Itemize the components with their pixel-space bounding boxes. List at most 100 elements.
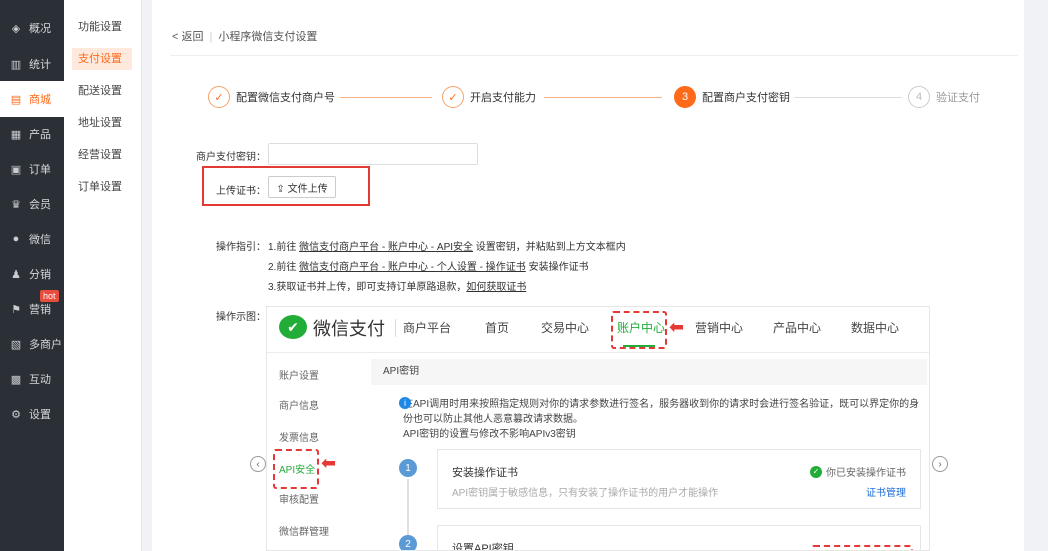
subnav-item-payment[interactable]: 支付设置 [72,48,132,70]
sidebar-item-overview[interactable]: ◈ 概况 [0,10,64,46]
step-1: ✓ 配置微信支付商户号 [208,86,335,108]
card-title: 安装操作证书 [452,467,518,479]
wx-menu-item: 审核配置 [279,495,319,506]
sidebar-item-members[interactable]: ♛ 会员 [0,186,64,222]
panel-title: API密钥 [371,359,927,385]
sidebar-item-label: 微信 [29,234,51,246]
arrow-left-icon: ⬅ [669,317,685,337]
users-icon: ♟ [11,268,21,281]
subnav-item-order[interactable]: 订单设置 [72,176,132,198]
app-root: ◈ 概况 ▥ 统计 ▤ 商城 ▦ 产品 ▣ 订单 ♛ 会员 ● 微信 ♟ 分销 ⚑ 营销 hot … [0,0,1048,551]
wx-nav-data: 数据中心 [851,321,900,335]
info-line: API密钥的设置与修改不影响APIv3密钥 [403,429,576,440]
arrow-left-icon: ⬅ [321,453,337,473]
guide-line-2: 2.前往 微信支付商户平台 - 账户中心 - 个人设置 - 操作证书 安装操作证… [268,258,589,273]
subnav-item-function[interactable]: 功能设置 [72,16,132,38]
upload-label: 上传证书： [216,186,266,197]
sidebar-item-interact[interactable]: ▩ 互动 [0,361,64,397]
wx-menu-item: 商户信息 [279,401,319,412]
wx-menu-item: 账户设置 [279,371,319,382]
sidebar-item-products[interactable]: ▦ 产品 [0,116,64,152]
order-icon: ▣ [10,163,22,176]
wechat-pay-brand: 微信支付 [313,319,385,339]
subnav-item-business[interactable]: 经营设置 [72,144,132,166]
wx-menu-item: 微信群管理 [279,527,329,538]
chart-icon: ▥ [10,58,22,71]
step-connector [340,97,432,98]
guide-line-1: 1.前往 微信支付商户平台 - 账户中心 - API安全 设置密钥，并粘贴到上方… [268,238,626,253]
subnav-item-delivery[interactable]: 配送设置 [72,80,132,102]
sidebar-item-label: 分销 [29,269,51,281]
store-icon: ▤ [10,93,22,106]
hot-badge: hot [40,290,59,302]
demo-label: 操作示图： [216,312,266,323]
dashed-highlight-account [611,311,667,349]
guide-label: 操作指引： [216,242,266,253]
subnav-item-address[interactable]: 地址设置 [72,112,132,134]
gear-icon: ⚙ [11,408,21,421]
timeline-line [407,479,409,539]
prev-arrow-icon[interactable]: ‹ [250,456,266,472]
step-number: 4 [908,86,930,108]
guide-text: 安装操作证书 [525,262,589,273]
sidebar-item-wechat[interactable]: ● 微信 [0,221,64,257]
layers-icon: ◈ [11,22,21,35]
grid-icon: ▦ [10,128,22,141]
wx-nav-product: 产品中心 [773,321,822,335]
step-2: ✓ 开启支付能力 [442,86,536,108]
shop-icon: ▧ [10,338,22,351]
guide-link-api-security[interactable]: 微信支付商户平台 - 账户中心 - API安全 [299,242,473,253]
step-4: 4 验证支付 [908,86,980,108]
brand-separator [395,319,396,337]
next-arrow-icon[interactable]: › [932,456,948,472]
wechat-pay-header: ✔ 微信支付 商户平台 首页 交易中心 账户中心 营销中心 产品中心 数据中心 [267,307,929,353]
check-circle-icon: ✓ [810,465,822,478]
info-line: 份也可以防止其他人恶意篡改请求数据。 [403,414,583,425]
sidebar-item-label: 营销 [29,304,51,316]
wx-nav-home: 首页 [485,321,510,335]
guide-link-certificate[interactable]: 微信支付商户平台 - 账户中心 - 个人设置 - 操作证书 [299,262,526,273]
sidebar-item-store[interactable]: ▤ 商城 [0,81,64,117]
header-divider [170,55,1018,56]
sub-navigation: 功能设置 支付设置 配送设置 地址设置 经营设置 订单设置 [64,0,142,551]
cert-manage-link: 证书管理 [866,488,906,499]
guide-line-3: 3.获取证书并上传，即可支持订单原路退款，如何获取证书 [268,278,526,293]
step-number-2: 2 [399,535,417,550]
sidebar-item-multi-merchant[interactable]: ▧ 多商户 [0,326,64,362]
sidebar-item-label: 概况 [29,23,51,35]
interact-icon: ▩ [10,373,22,386]
check-icon: ✓ [208,86,230,108]
step-number-1: 1 [399,459,417,477]
file-upload-button[interactable]: ⇪ 文件上传 [268,176,336,198]
guide-text: 2.前往 [268,262,300,273]
breadcrumb: < 返回 | 小程序微信支付设置 [172,28,317,44]
wx-nav-trade: 交易中心 [541,321,590,335]
sidebar-item-stats[interactable]: ▥ 统计 [0,46,64,82]
step-label: 配置商户支付密钥 [702,92,790,104]
info-icon: i [399,397,411,409]
sidebar-item-orders[interactable]: ▣ 订单 [0,151,64,187]
dashed-highlight-api [273,449,319,489]
step-connector [794,97,902,98]
wx-nav-marketing: 营销中心 [695,321,744,335]
sidebar-item-distribution[interactable]: ♟ 分销 [0,256,64,292]
step-3: 3 配置商户支付密钥 [674,86,790,108]
card-desc: API密钥属于敏感信息，只有安装了操作证书的用户才能操作 [452,488,719,499]
sidebar-item-label: 多商户 [29,339,62,351]
guide-link-how-to[interactable]: 如何获取证书 [466,282,526,293]
sidebar-item-label: 商城 [29,94,51,106]
sidebar-item-label: 统计 [29,59,51,71]
demo-image: ✔ 微信支付 商户平台 首页 交易中心 账户中心 营销中心 产品中心 数据中心 … [266,306,930,551]
sidebar-item-settings[interactable]: ⚙ 设置 [0,396,64,432]
back-link[interactable]: < 返回 [172,31,203,43]
sidebar-item-label: 产品 [29,129,51,141]
flag-icon: ⚑ [11,303,21,316]
merchant-key-input[interactable] [268,143,478,165]
status-text: 你已安装操作证书 [826,468,906,479]
breadcrumb-separator: | [209,31,213,43]
main-sidebar: ◈ 概况 ▥ 统计 ▤ 商城 ▦ 产品 ▣ 订单 ♛ 会员 ● 微信 ♟ 分销 ⚑ 营销 hot … [0,0,64,551]
wechat-icon: ● [12,233,20,245]
info-text: 在API调用时用来按照指定规则对你的请求参数进行签名，服务器收到你的请求时会进行… [403,397,923,442]
step-label: 配置微信支付商户号 [236,92,335,104]
check-icon: ✓ [442,86,464,108]
